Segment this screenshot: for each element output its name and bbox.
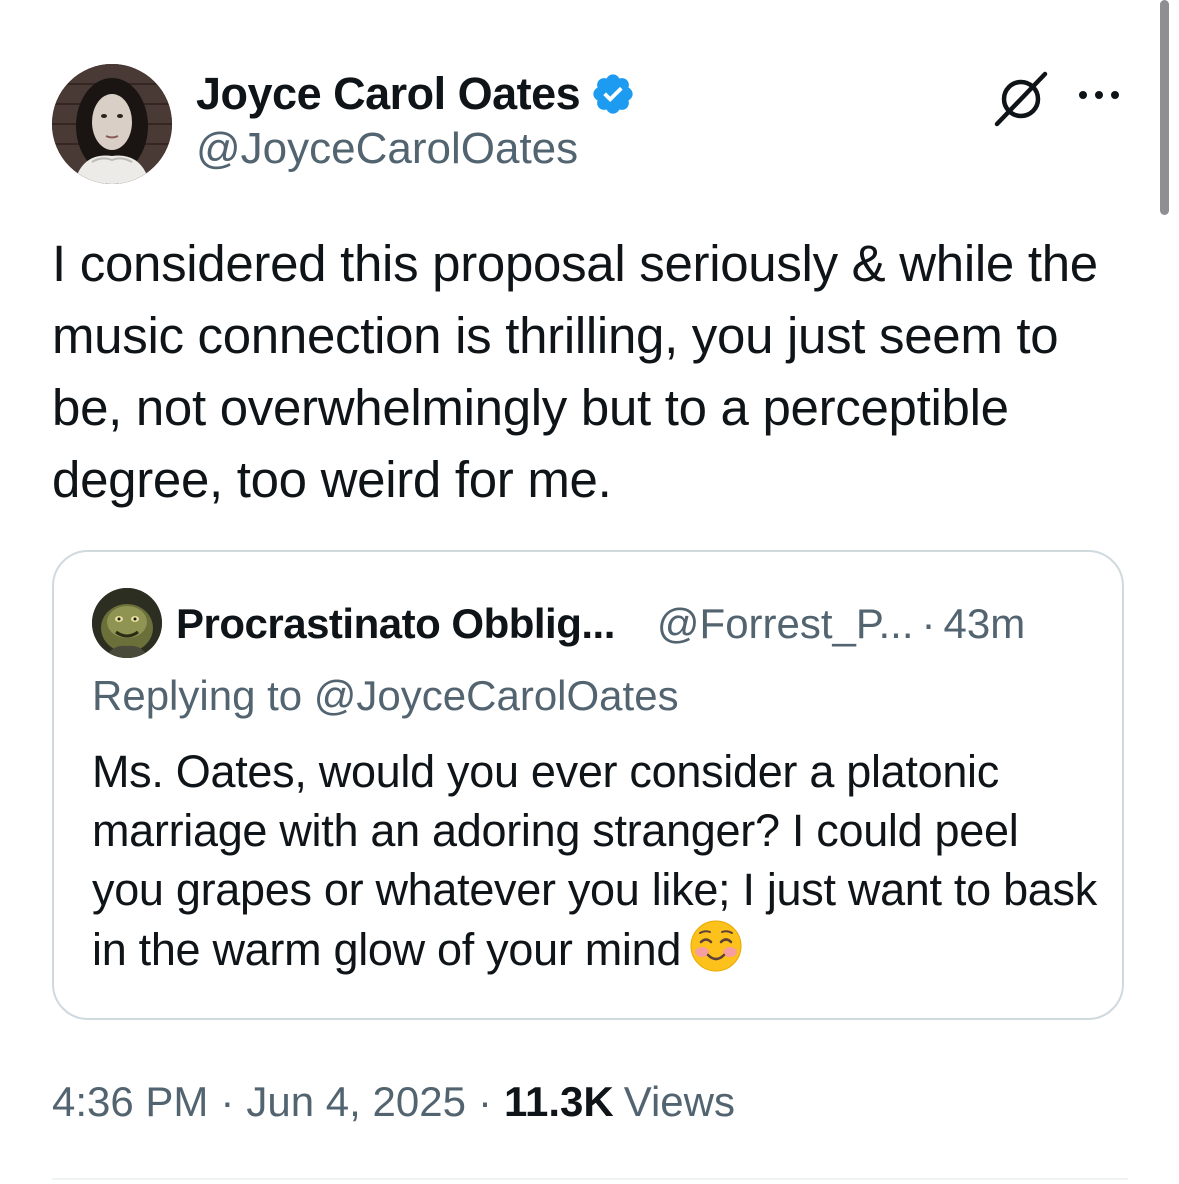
tweet-detail-page: Joyce Carol Oates @JoyceCarolOates I con…	[0, 0, 1179, 1184]
smiling-face-with-blush-emoji	[690, 920, 742, 972]
views-label[interactable]: Views	[624, 1078, 735, 1126]
tweet-time[interactable]: 4:36 PM	[52, 1078, 208, 1126]
author-name-row[interactable]: Joyce Carol Oates	[196, 64, 636, 124]
quoted-display-name[interactable]: Procrastinato Obblig...	[176, 600, 615, 648]
meta-separator: ·	[220, 1078, 235, 1125]
author-display-name[interactable]: Joyce Carol Oates	[196, 68, 581, 120]
scrollbar[interactable]	[1160, 0, 1169, 215]
quoted-text-wrapper: Ms. Oates, would you ever consider a pla…	[92, 742, 1102, 979]
more-icon[interactable]	[1074, 80, 1124, 110]
quoted-handle[interactable]: @Forrest_P...	[657, 600, 914, 648]
quoted-text: Ms. Oates, would you ever consider a pla…	[92, 746, 1097, 975]
quoted-separator: ·	[921, 600, 936, 647]
tweet-meta: 4:36 PM · Jun 4, 2025 · 11.3K Views	[52, 1072, 735, 1132]
tweet-date[interactable]: Jun 4, 2025	[246, 1078, 466, 1126]
quoted-author-avatar-image	[92, 588, 162, 658]
author-avatar[interactable]	[52, 64, 172, 184]
quoted-header[interactable]: Procrastinato Obblig... @Forrest_P... · …	[176, 594, 1025, 654]
author-handle[interactable]: @JoyceCarolOates	[196, 124, 578, 174]
quoted-replying-to: Replying to @JoyceCarolOates	[92, 672, 679, 719]
grok-icon[interactable]	[992, 70, 1050, 128]
quoted-timestamp[interactable]: 43m	[944, 600, 1026, 648]
quoted-author-avatar[interactable]	[92, 588, 162, 658]
views-count[interactable]: 11.3K	[504, 1078, 614, 1126]
tweet-text: I considered this proposal seriously & w…	[52, 235, 1098, 508]
divider	[52, 1178, 1128, 1180]
meta-separator-2: ·	[477, 1078, 492, 1125]
quoted-tweet-card[interactable]: Procrastinato Obblig... @Forrest_P... · …	[52, 550, 1124, 1020]
author-avatar-image	[52, 64, 172, 184]
verified-badge-icon	[593, 74, 633, 114]
